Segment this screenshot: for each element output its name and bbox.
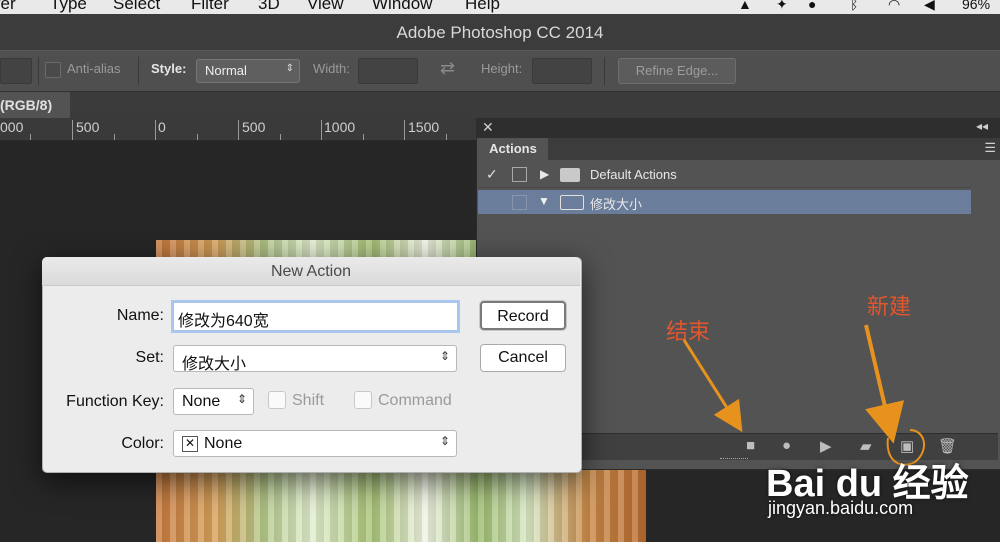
select-arrows-icon: ⇕ xyxy=(439,349,450,363)
set-label: Set: xyxy=(135,349,164,366)
set-select[interactable]: 修改大小 ⇕ xyxy=(173,345,457,373)
color-value: None xyxy=(204,435,243,452)
arrow-to-stop xyxy=(682,339,743,433)
cancel-button[interactable]: Cancel xyxy=(480,344,566,372)
function-key-value: None xyxy=(182,393,221,410)
color-label: Color: xyxy=(121,435,164,452)
no-color-icon: ✕ xyxy=(182,436,198,452)
record-button[interactable]: Record xyxy=(480,301,566,330)
name-value: 修改为640宽 xyxy=(178,313,269,330)
arrow-to-new xyxy=(864,324,905,444)
baidu-url: jingyan.baidu.com xyxy=(768,498,914,518)
select-arrows-icon: ⇕ xyxy=(439,434,450,448)
name-input[interactable]: 修改为640宽 xyxy=(173,302,458,331)
dialog-title: New Action xyxy=(42,257,580,286)
command-label: Command xyxy=(378,392,452,409)
name-label: Name: xyxy=(116,307,164,324)
shift-checkbox[interactable] xyxy=(268,391,286,409)
function-key-select[interactable]: None ⇕ xyxy=(173,388,254,415)
color-select[interactable]: ✕ None ⇕ xyxy=(173,430,457,457)
function-key-label: Function Key: xyxy=(66,393,164,410)
select-arrows-icon: ⇕ xyxy=(236,392,247,406)
set-value: 修改大小 xyxy=(182,356,247,373)
command-checkbox[interactable] xyxy=(354,391,372,409)
shift-label: Shift xyxy=(292,392,325,409)
